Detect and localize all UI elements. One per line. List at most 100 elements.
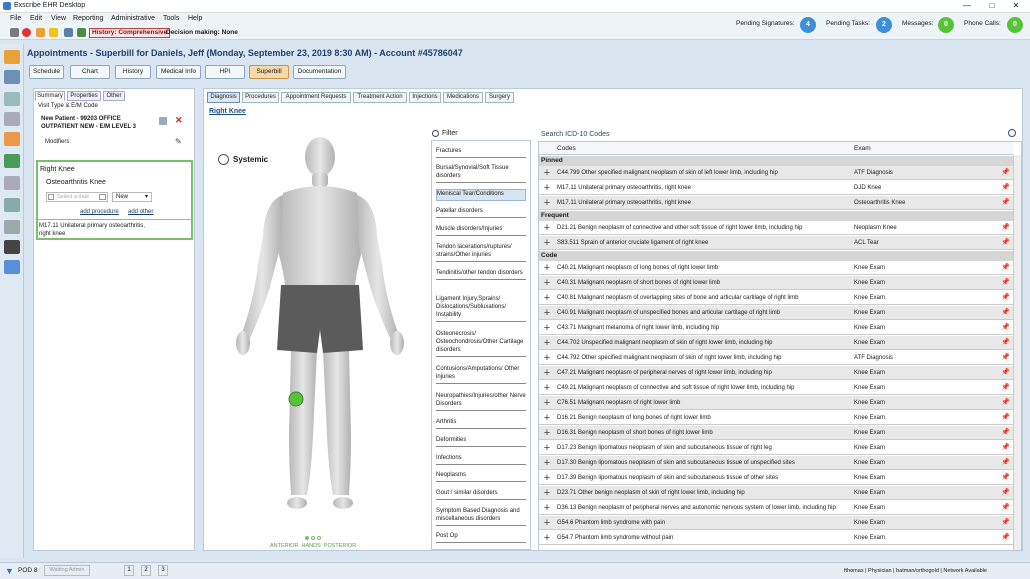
- search-icon[interactable]: [1008, 129, 1016, 137]
- report-icon[interactable]: [4, 198, 20, 212]
- page-button[interactable]: 3: [158, 565, 168, 576]
- table-row[interactable]: + C40.81 Malignant neoplasm of overlappin…: [539, 291, 1013, 305]
- status-select[interactable]: New ▾: [112, 192, 152, 202]
- phone-calls-badge[interactable]: 0: [1007, 17, 1023, 33]
- page-button[interactable]: 1: [124, 565, 134, 576]
- tab-summary[interactable]: Summary: [35, 91, 65, 101]
- diagnosis-card[interactable]: Right Knee Osteoarthritis Knee Select a …: [36, 160, 193, 240]
- page-button[interactable]: 2: [141, 565, 151, 576]
- delete-icon[interactable]: ✕: [175, 115, 183, 126]
- pin-icon[interactable]: 📌: [1001, 456, 1010, 470]
- calendar-icon[interactable]: [4, 70, 20, 84]
- category-item[interactable]: Post Op: [436, 532, 526, 543]
- close-icon[interactable]: ✕: [1006, 1, 1026, 10]
- category-item[interactable]: Muscle disorders/Injuries: [436, 225, 526, 236]
- tab-properties[interactable]: Properties: [67, 91, 101, 101]
- pin-icon[interactable]: 📌: [1001, 181, 1010, 195]
- category-item[interactable]: Arthritis: [436, 418, 526, 429]
- pin-icon[interactable]: 📌: [1001, 351, 1010, 365]
- print-icon[interactable]: [64, 28, 73, 37]
- menu-file[interactable]: File: [10, 15, 21, 22]
- document-icon[interactable]: [4, 112, 20, 126]
- body-views-label[interactable]: ANTERIOR HANDS POSTERIOR: [270, 543, 356, 549]
- table-row[interactable]: + D23.71 Other benign neoplasm of skin of…: [539, 486, 1013, 500]
- pin-icon[interactable]: 📌: [1001, 221, 1010, 235]
- menu-tools[interactable]: Tools: [163, 15, 179, 22]
- table-row[interactable]: + D16.31 Benign neoplasm of short bones o…: [539, 426, 1013, 440]
- pen-icon[interactable]: [4, 240, 20, 254]
- minimize-icon[interactable]: —: [957, 1, 977, 10]
- subtab-treatment-action[interactable]: Treatment Action: [353, 92, 407, 103]
- add-icon[interactable]: +: [542, 383, 552, 394]
- add-icon[interactable]: +: [542, 308, 552, 319]
- pin-icon[interactable]: 📌: [1001, 381, 1010, 395]
- table-row[interactable]: + C40.31 Malignant neoplasm of short bone…: [539, 276, 1013, 290]
- table-row[interactable]: + C76.51 Malignant neoplasm of right lowe…: [539, 396, 1013, 410]
- add-icon[interactable]: +: [542, 473, 552, 484]
- pin-icon[interactable]: 📌: [1001, 236, 1010, 250]
- table-row[interactable]: + M17.11 Unilateral primary osteoarthriti…: [539, 181, 1013, 195]
- mail-icon[interactable]: [4, 92, 20, 106]
- pin-icon[interactable]: 📌: [1001, 321, 1010, 335]
- category-item[interactable]: Symptom Based Diagnosis and miscellaneou…: [436, 507, 526, 526]
- table-row[interactable]: + D17.39 Benign lipomatous neoplasm of sk…: [539, 471, 1013, 485]
- body-view-dot[interactable]: [305, 536, 309, 540]
- menu-help[interactable]: Help: [188, 15, 202, 22]
- no-entry-icon[interactable]: [22, 28, 31, 37]
- add-icon[interactable]: +: [542, 168, 552, 179]
- pin-icon[interactable]: 📌: [1001, 276, 1010, 290]
- body-view-dot[interactable]: [317, 536, 321, 540]
- add-icon[interactable]: +: [542, 353, 552, 364]
- table-row[interactable]: + D17.23 Benign lipomatous neoplasm of sk…: [539, 441, 1013, 455]
- pin-icon[interactable]: 📌: [1001, 531, 1010, 545]
- filter-label[interactable]: Filter: [442, 130, 458, 137]
- add-icon[interactable]: +: [542, 428, 552, 439]
- category-item[interactable]: Gout / similar disorders: [436, 489, 526, 500]
- add-icon[interactable]: +: [542, 238, 552, 249]
- pin-icon[interactable]: 📌: [1001, 426, 1010, 440]
- category-item[interactable]: Deformities: [436, 436, 526, 447]
- pin-icon[interactable]: 📌: [1001, 516, 1010, 530]
- add-icon[interactable]: +: [542, 488, 552, 499]
- table-row[interactable]: + C43.71 Malignant melanoma of right lowe…: [539, 321, 1013, 335]
- pin-icon[interactable]: 📌: [1001, 441, 1010, 455]
- category-item[interactable]: Contusions/Amputations/ Other injuries: [436, 365, 526, 384]
- add-icon[interactable]: +: [542, 263, 552, 274]
- add-icon[interactable]: +: [542, 198, 552, 209]
- chart-icon[interactable]: [4, 176, 20, 190]
- table-row[interactable]: + C44.702 Unspecified malignant neoplasm …: [539, 336, 1013, 350]
- tab-documentation[interactable]: Documentation: [293, 65, 346, 79]
- patient-icon[interactable]: [4, 50, 20, 64]
- category-item[interactable]: Osteonecrosis/ Osteochondrosis/Other Car…: [436, 330, 526, 357]
- pending-signatures-badge[interactable]: 4: [800, 17, 816, 33]
- tab-superbill[interactable]: Superbill: [249, 65, 289, 79]
- pin-icon[interactable]: 📌: [1001, 291, 1010, 305]
- tab-other[interactable]: Other: [103, 91, 125, 101]
- table-row[interactable]: + S83.511 Sprain of anterior cruciate lig…: [539, 236, 1013, 250]
- add-procedure-link[interactable]: add procedure: [80, 209, 119, 215]
- tab-chart[interactable]: Chart: [70, 65, 110, 79]
- pin-icon[interactable]: 📌: [1001, 196, 1010, 210]
- copy-icon[interactable]: [159, 117, 167, 125]
- category-item[interactable]: Ligament Injury,Sprains/ Dislocations/Su…: [436, 295, 526, 322]
- maximize-icon[interactable]: □: [982, 1, 1002, 10]
- add-icon[interactable]: +: [542, 458, 552, 469]
- add-icon[interactable]: +: [542, 293, 552, 304]
- table-row[interactable]: + C47.21 Malignant neoplasm of peripheral…: [539, 366, 1013, 380]
- save-icon[interactable]: [10, 28, 19, 37]
- table-row[interactable]: + G54.6 Phantom limb syndrome with pain Kn…: [539, 516, 1013, 530]
- subtab-diagnosis[interactable]: Diagnosis: [207, 92, 240, 103]
- tab-medical-info[interactable]: Medical Info: [156, 65, 201, 79]
- pin-icon[interactable]: 📌: [1001, 166, 1010, 180]
- home-icon[interactable]: [36, 28, 45, 37]
- table-row[interactable]: + D16.21 Benign neoplasm of long bones of…: [539, 411, 1013, 425]
- category-item[interactable]: Neuropathies/Injuries/other Nerve Disord…: [436, 392, 526, 411]
- region-link[interactable]: Right Knee: [209, 108, 246, 115]
- category-item[interactable]: Bursal/Synovial/Soft Tissue disorders: [436, 164, 526, 183]
- filter-icon[interactable]: [432, 130, 439, 137]
- refresh-icon[interactable]: [77, 28, 86, 37]
- calendar-small-icon[interactable]: [99, 194, 106, 200]
- pin-icon[interactable]: 📌: [1001, 261, 1010, 275]
- tab-hpi[interactable]: HPI: [205, 65, 245, 79]
- add-icon[interactable]: +: [542, 183, 552, 194]
